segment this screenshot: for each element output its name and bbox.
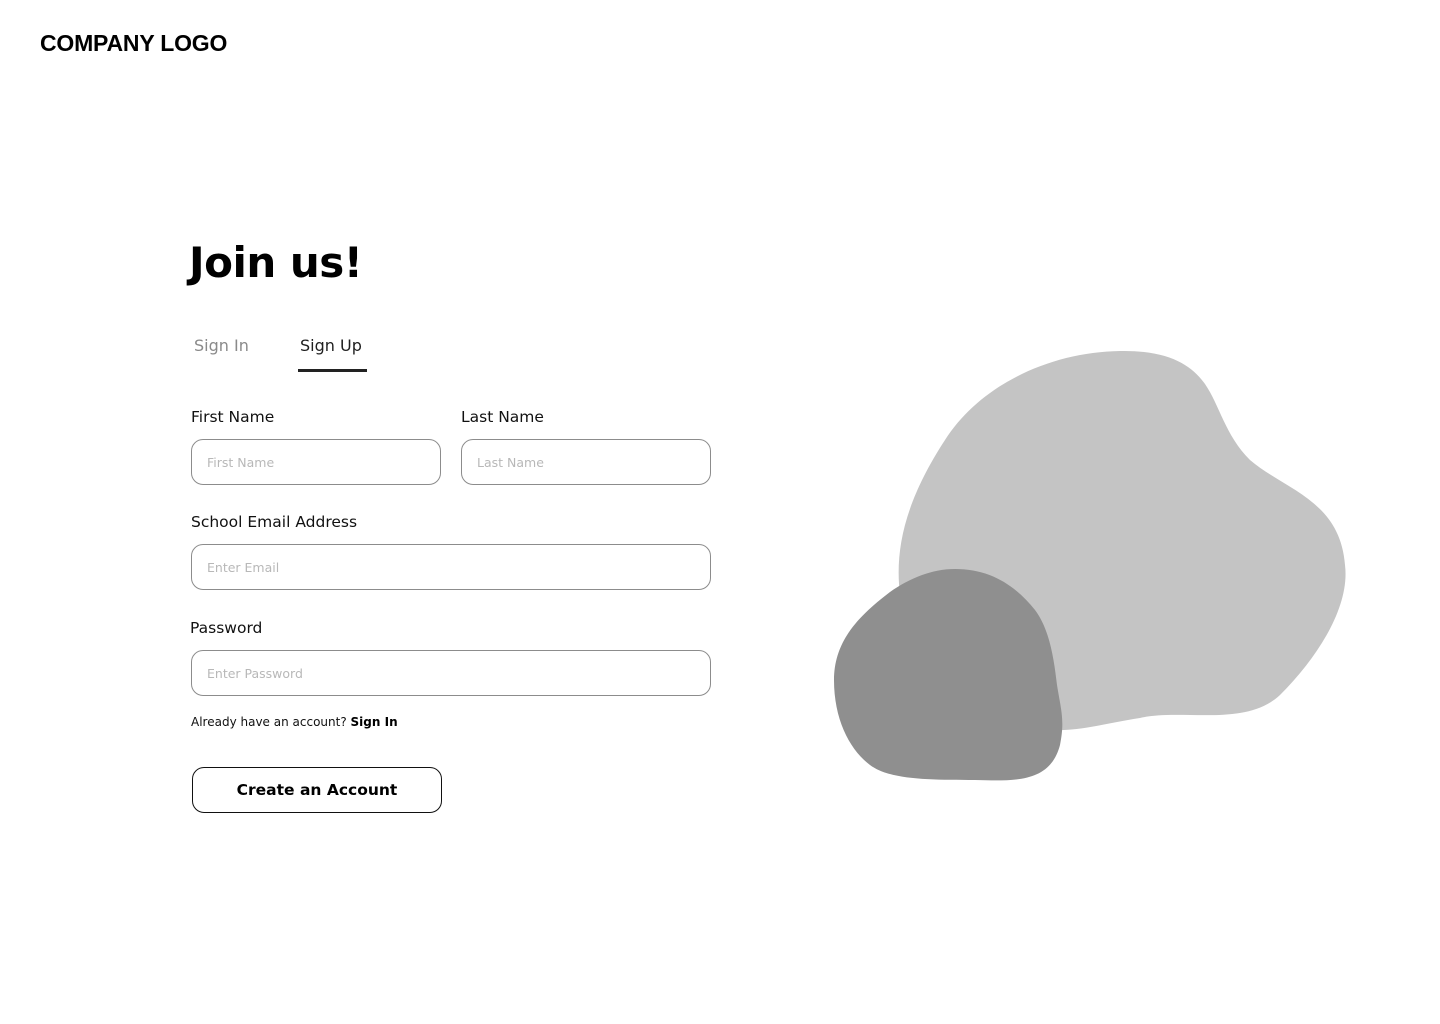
tab-sign-up[interactable]: Sign Up <box>300 336 362 355</box>
create-account-button[interactable]: Create an Account <box>192 767 442 813</box>
first-name-input[interactable] <box>191 439 441 485</box>
blob-illustration <box>834 350 1346 781</box>
company-logo: COMPANY LOGO <box>40 30 228 56</box>
email-label: School Email Address <box>191 513 358 531</box>
tab-sign-in[interactable]: Sign In <box>194 336 249 355</box>
password-input[interactable] <box>191 650 711 696</box>
signin-prompt: Already have an account? Sign In <box>191 715 398 729</box>
active-tab-indicator <box>298 369 367 372</box>
last-name-label: Last Name <box>461 408 544 426</box>
email-input[interactable] <box>191 544 711 590</box>
first-name-label: First Name <box>191 408 275 426</box>
auth-tabs: Sign In Sign Up <box>190 330 390 374</box>
signin-prompt-text: Already have an account? <box>191 715 347 729</box>
signin-link[interactable]: Sign In <box>351 715 398 729</box>
password-label: Password <box>190 619 263 637</box>
last-name-input[interactable] <box>461 439 711 485</box>
page-title: Join us! <box>189 238 363 287</box>
